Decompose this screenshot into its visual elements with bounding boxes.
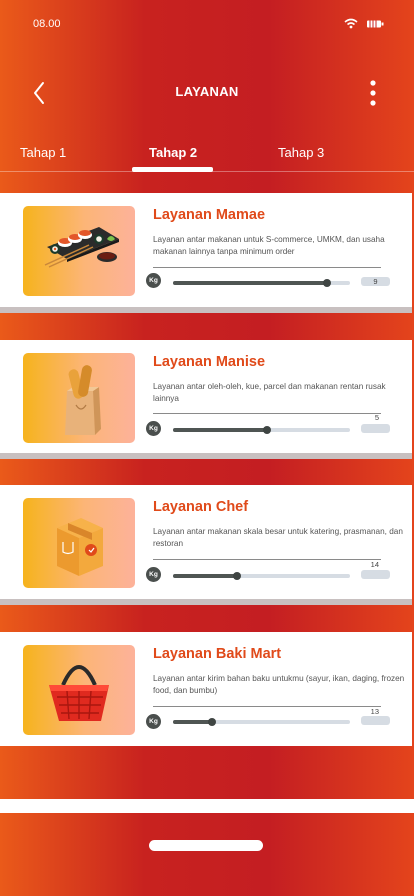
slider-fill xyxy=(173,720,212,724)
card-separator xyxy=(153,267,381,268)
service-image xyxy=(23,498,135,588)
unit-badge: Kg xyxy=(146,714,161,729)
step-tabs: Tahap 1 Tahap 2 Tahap 3 xyxy=(0,142,414,174)
card-separator xyxy=(153,413,381,414)
service-image xyxy=(23,353,135,443)
weight-slider[interactable] xyxy=(173,572,350,580)
slider-handle[interactable] xyxy=(207,718,216,726)
service-name: Layanan Mamae xyxy=(153,207,266,223)
unit-badge: Kg xyxy=(146,567,161,582)
service-name: Layanan Manise xyxy=(153,354,266,370)
weight-label: 13 xyxy=(370,707,379,716)
service-description: Layanan antar makanan skala besar untuk … xyxy=(153,527,403,548)
delivery-box-icon xyxy=(57,518,103,576)
status-icons xyxy=(344,18,384,29)
slider-fill xyxy=(173,281,327,285)
unit-badge: Kg xyxy=(146,273,161,288)
service-card-baki-mart[interactable]: Layanan Baki Mart Layanan antar kirim ba… xyxy=(0,632,412,746)
service-description: Layanan antar oleh-oleh, kue, parcel dan… xyxy=(153,382,386,403)
shopping-basket-icon xyxy=(49,665,109,721)
service-image xyxy=(23,645,135,735)
weight-value-box[interactable]: 9 xyxy=(361,277,390,286)
tab-tahap-2[interactable]: Tahap 2 xyxy=(149,145,197,160)
card-divider xyxy=(0,307,412,313)
slider-handle[interactable] xyxy=(262,426,271,434)
wifi-icon xyxy=(344,18,358,29)
slider-handle[interactable] xyxy=(322,279,331,287)
weight-slider[interactable] xyxy=(173,718,350,726)
service-description: Layanan antar makanan untuk S-commerce, … xyxy=(153,235,385,256)
slider-fill xyxy=(173,574,237,578)
card-divider xyxy=(0,599,412,605)
sushi-platter-icon xyxy=(44,227,119,268)
weight-label: 14 xyxy=(370,560,379,569)
service-description: Layanan antar kirim bahan baku untukmu (… xyxy=(153,674,405,695)
page-title: LAYANAN xyxy=(175,84,239,99)
weight-value-box[interactable] xyxy=(361,716,390,725)
weight-slider[interactable] xyxy=(173,279,350,287)
bread-bag-icon xyxy=(65,365,101,435)
status-time: 08.00 xyxy=(33,18,61,30)
active-tab-indicator xyxy=(132,167,213,172)
tab-tahap-3[interactable]: Tahap 3 xyxy=(278,145,324,160)
weight-value-box[interactable] xyxy=(361,570,390,579)
card-separator xyxy=(153,559,381,560)
status-bar: 08.00 xyxy=(33,18,384,34)
service-card-manise[interactable]: Layanan Manise Layanan antar oleh-oleh, … xyxy=(0,340,412,453)
slider-fill xyxy=(173,428,267,432)
service-name: Layanan Chef xyxy=(153,499,249,515)
more-menu-button[interactable] xyxy=(362,77,384,109)
unit-badge: Kg xyxy=(146,421,161,436)
card-separator xyxy=(153,706,381,707)
bottom-band xyxy=(0,799,414,813)
weight-slider[interactable] xyxy=(173,426,350,434)
service-image xyxy=(23,206,135,296)
card-divider xyxy=(0,453,412,459)
home-indicator[interactable] xyxy=(149,840,263,851)
tab-tahap-1[interactable]: Tahap 1 xyxy=(20,145,66,160)
app-header: LAYANAN xyxy=(0,72,414,112)
battery-icon xyxy=(367,20,384,27)
weight-label: 5 xyxy=(374,413,379,422)
weight-value-box[interactable] xyxy=(361,424,390,433)
service-card-chef[interactable]: Layanan Chef Layanan antar makanan skala… xyxy=(0,485,412,599)
more-vertical-icon xyxy=(370,80,376,106)
service-card-mamae[interactable]: Layanan Mamae Layanan antar makanan untu… xyxy=(0,193,412,307)
service-name: Layanan Baki Mart xyxy=(153,646,282,662)
slider-handle[interactable] xyxy=(232,572,241,580)
